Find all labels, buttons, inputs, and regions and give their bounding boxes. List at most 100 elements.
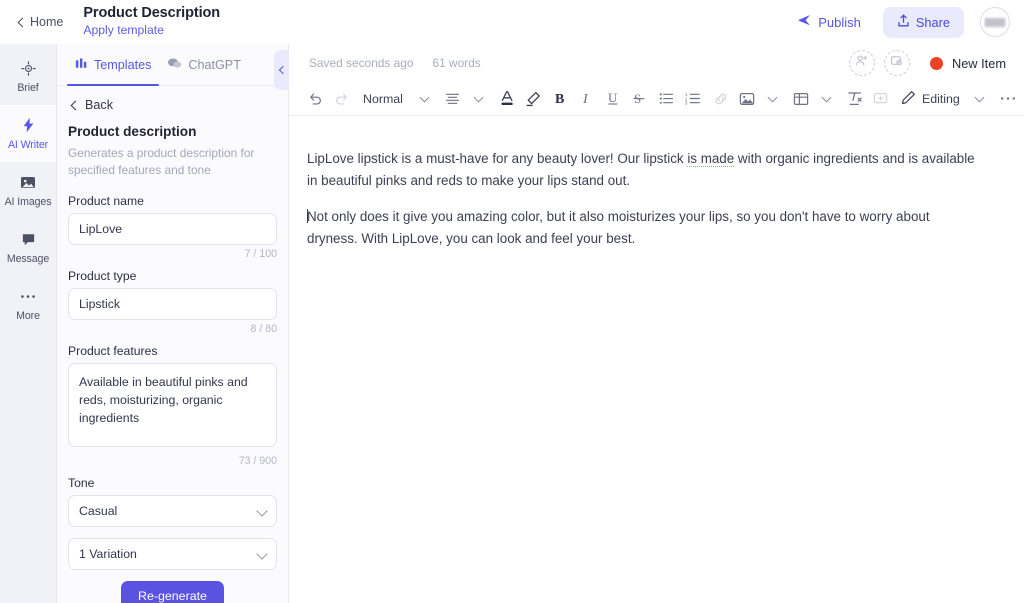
text-style-dropdown[interactable] bbox=[413, 86, 437, 112]
align-button[interactable] bbox=[441, 86, 465, 112]
editing-mode-dropdown[interactable] bbox=[968, 86, 992, 112]
document-paragraph-2[interactable]: Not only does it give you amazing color,… bbox=[307, 206, 977, 249]
variation-select-wrap: 1 Variation bbox=[68, 537, 277, 570]
chat-icon bbox=[167, 57, 182, 73]
chevron-down-icon bbox=[767, 92, 778, 102]
chevron-left-icon bbox=[278, 65, 287, 75]
product-type-counter: 8 / 80 bbox=[250, 322, 277, 335]
document-body[interactable]: LipLove lipstick is a must-have for any … bbox=[289, 116, 1024, 603]
regenerate-button[interactable]: Re-generate bbox=[121, 580, 224, 603]
rail-label-ai-images: AI Images bbox=[4, 195, 52, 208]
svg-text:3: 3 bbox=[685, 100, 688, 105]
align-dropdown[interactable] bbox=[467, 86, 491, 112]
image-icon bbox=[20, 174, 37, 191]
bullet-list-button[interactable] bbox=[655, 86, 679, 112]
new-item-label: New Item bbox=[951, 55, 1006, 71]
product-name-input[interactable] bbox=[68, 212, 277, 245]
paragraph-segment: LipLove lipstick is a must-have for any … bbox=[307, 151, 688, 166]
templates-icon bbox=[75, 57, 88, 73]
product-features-counter: 73 / 900 bbox=[238, 454, 277, 467]
regenerate-row: Re-generate bbox=[68, 580, 277, 603]
panel-tabs: Templates ChatGPT bbox=[57, 44, 288, 86]
tone-select-wrap: Casual bbox=[68, 494, 277, 527]
add-image-button[interactable] bbox=[883, 50, 910, 76]
link-button[interactable] bbox=[709, 86, 733, 112]
more-options-button[interactable] bbox=[996, 86, 1020, 112]
editing-mode-button[interactable]: Editing bbox=[897, 90, 964, 108]
chat-bubble-icon bbox=[20, 231, 37, 248]
chevron-left-icon bbox=[69, 101, 78, 110]
svg-text:I: I bbox=[582, 92, 589, 106]
image-dropdown[interactable] bbox=[761, 86, 785, 112]
template-description: Generates a product description for spec… bbox=[68, 146, 255, 178]
highlight-button[interactable] bbox=[521, 86, 545, 112]
document-paragraph-1[interactable]: LipLove lipstick is a must-have for any … bbox=[307, 148, 977, 191]
add-image-icon bbox=[890, 54, 903, 72]
redo-button[interactable] bbox=[329, 86, 353, 112]
chevron-left-icon bbox=[16, 18, 25, 27]
rail-label-more: More bbox=[16, 309, 40, 322]
word-count: 61 words bbox=[432, 56, 481, 70]
grammar-suggestion[interactable]: is made bbox=[687, 151, 735, 167]
back-label: Back bbox=[85, 98, 113, 112]
italic-button[interactable]: I bbox=[575, 86, 599, 112]
underline-button[interactable]: U bbox=[601, 86, 625, 112]
editor-status-bar: Saved seconds ago 61 words New Item bbox=[289, 44, 1024, 82]
product-features-textarea[interactable] bbox=[68, 362, 277, 447]
text-color-button[interactable] bbox=[495, 86, 519, 112]
product-type-input[interactable] bbox=[68, 287, 277, 320]
publish-label: Publish bbox=[818, 14, 861, 30]
avatar-image bbox=[985, 17, 1005, 27]
home-back-link[interactable]: Home bbox=[10, 11, 69, 33]
rail-item-message[interactable]: Message bbox=[0, 219, 56, 276]
comment-button[interactable] bbox=[869, 86, 893, 112]
avatar[interactable] bbox=[980, 7, 1010, 37]
clear-format-button[interactable] bbox=[843, 86, 867, 112]
strikethrough-button[interactable]: S bbox=[627, 86, 651, 112]
product-name-label: Product name bbox=[68, 193, 144, 208]
text-style-label[interactable]: Normal bbox=[357, 92, 409, 106]
bold-button[interactable]: B bbox=[549, 86, 573, 112]
left-rail: Brief AI Writer AI Images Message More bbox=[0, 44, 57, 603]
chevron-down-icon bbox=[419, 92, 430, 102]
undo-button[interactable] bbox=[303, 86, 327, 112]
insert-image-button[interactable] bbox=[735, 86, 759, 112]
editor-pane: Saved seconds ago 61 words New Item Norm… bbox=[289, 44, 1024, 603]
tab-chatgpt[interactable]: ChatGPT bbox=[159, 44, 249, 85]
paragraph-segment: Not only does it give you amazing color,… bbox=[307, 209, 930, 247]
share-label: Share bbox=[915, 14, 950, 30]
table-button[interactable] bbox=[789, 86, 813, 112]
tone-select[interactable]: Casual bbox=[68, 494, 277, 527]
panel-content: Back Product description Generates a pro… bbox=[57, 86, 288, 603]
page-title: Product Description bbox=[83, 4, 221, 21]
status-dot-icon bbox=[929, 56, 943, 70]
add-person-button[interactable] bbox=[848, 50, 875, 76]
variation-select[interactable]: 1 Variation bbox=[68, 537, 277, 570]
template-panel: Templates ChatGPT Back Product descripti… bbox=[57, 44, 289, 603]
svg-text:U: U bbox=[608, 91, 618, 105]
product-features-label: Product features bbox=[68, 343, 158, 358]
lightning-icon bbox=[20, 117, 37, 134]
rail-item-ai-writer[interactable]: AI Writer bbox=[0, 105, 56, 162]
rail-item-ai-images[interactable]: AI Images bbox=[0, 162, 56, 219]
body-row: Brief AI Writer AI Images Message More T… bbox=[0, 44, 1024, 603]
collapse-panel-button[interactable] bbox=[274, 50, 289, 90]
rail-item-brief[interactable]: Brief bbox=[0, 48, 56, 105]
numbered-list-button[interactable]: 1 2 3 bbox=[681, 86, 705, 112]
back-button[interactable]: Back bbox=[68, 98, 277, 112]
product-type-label: Product type bbox=[68, 268, 137, 283]
new-item-button[interactable]: New Item bbox=[929, 55, 1006, 71]
table-dropdown[interactable] bbox=[815, 86, 839, 112]
share-upload-icon bbox=[897, 14, 910, 31]
target-icon bbox=[20, 60, 37, 77]
add-person-icon bbox=[855, 54, 868, 72]
publish-button[interactable]: Publish bbox=[785, 7, 873, 37]
home-label: Home bbox=[30, 15, 64, 29]
rail-item-more[interactable]: More bbox=[0, 276, 56, 333]
tab-templates[interactable]: Templates bbox=[67, 44, 160, 86]
share-button[interactable]: Share bbox=[882, 6, 964, 38]
chevron-down-icon bbox=[821, 92, 832, 102]
rail-label-ai-writer: AI Writer bbox=[7, 138, 49, 151]
svg-text:B: B bbox=[555, 92, 564, 106]
apply-template-link[interactable]: Apply template bbox=[83, 23, 164, 38]
